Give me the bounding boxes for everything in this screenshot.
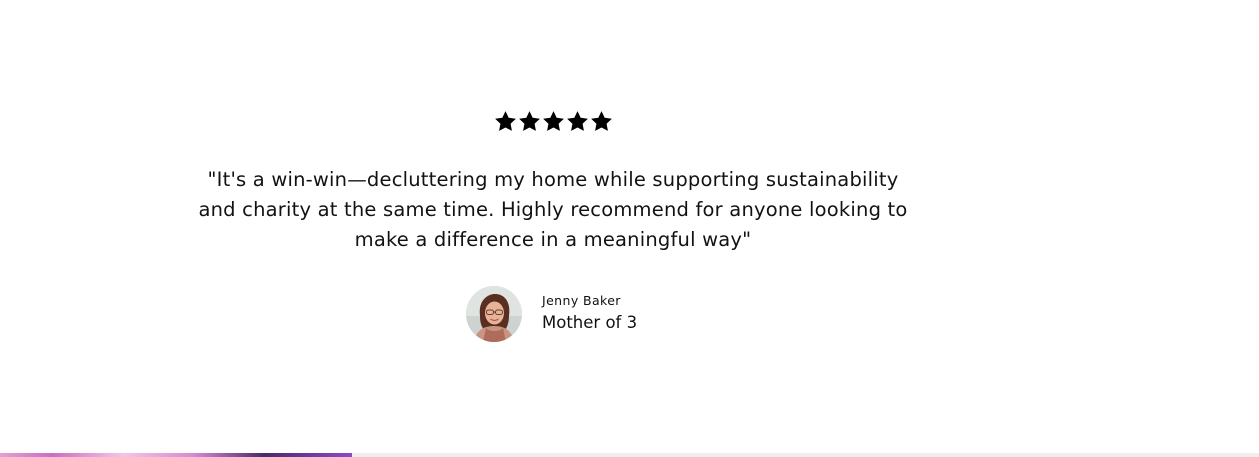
testimonial-section: "It's a win-win—decluttering my home whi… (0, 0, 1106, 457)
testimonial-quote: "It's a win-win—decluttering my home whi… (160, 165, 946, 255)
star-icon (591, 111, 612, 131)
testimonial-author: Jenny Baker Mother of 3 (466, 286, 637, 342)
author-role: Mother of 3 (542, 313, 638, 332)
next-section-image-edge (0, 453, 352, 457)
star-icon (495, 111, 516, 131)
star-icon (567, 111, 588, 131)
author-details: Jenny Baker Mother of 3 (542, 293, 637, 335)
quote-line: and charity at the same time. Highly rec… (198, 198, 908, 221)
quote-line: "It's a win-win—decluttering my home whi… (207, 168, 899, 191)
author-name: Jenny Baker (542, 293, 621, 308)
star-icon (519, 111, 540, 131)
star-icon (543, 111, 564, 131)
avatar (466, 286, 522, 342)
star-rating (494, 110, 613, 133)
quote-line: make a difference in a meaningful way" (354, 228, 752, 251)
